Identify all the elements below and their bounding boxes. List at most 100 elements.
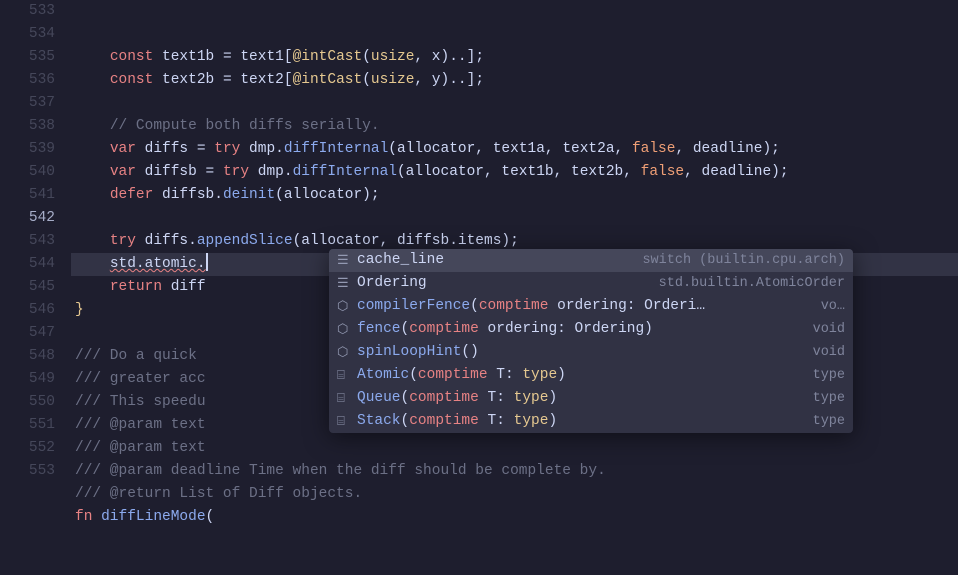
token: , deadline);: [675, 141, 779, 157]
struct-icon: ⌸: [337, 364, 357, 387]
line-number: 553: [0, 460, 55, 483]
completion-item[interactable]: ☰cache_lineswitch (builtin.cpu.arch): [329, 249, 853, 272]
token: diffsb.: [153, 187, 223, 203]
code-line[interactable]: // Compute both diffs serially.: [75, 115, 958, 138]
token: (allocator, diffsb.items);: [293, 233, 519, 249]
token: @intCast: [293, 49, 363, 65]
token: text1b = text1[: [153, 49, 292, 65]
token: diffsb =: [136, 164, 223, 180]
token: var: [110, 141, 136, 157]
line-number: 547: [0, 322, 55, 345]
token: [75, 49, 110, 65]
token: /// @return List of Diff objects.: [75, 486, 362, 502]
line-number: 546: [0, 299, 55, 322]
completion-detail: vo…: [811, 295, 845, 318]
token: /// @param text: [75, 417, 206, 433]
cube-icon: ⬡: [337, 318, 357, 341]
line-number: 545: [0, 276, 55, 299]
line-number: 535: [0, 46, 55, 69]
line-number: 534: [0, 23, 55, 46]
code-line[interactable]: const text2b = text2[@intCast(usize, y).…: [75, 69, 958, 92]
line-number: 536: [0, 69, 55, 92]
code-line[interactable]: var diffsb = try dmp.diffInternal(alloca…: [75, 161, 958, 184]
completion-label: Atomic(comptime T: type): [357, 364, 803, 387]
token: /// @param text: [75, 440, 206, 456]
token: false: [632, 141, 676, 157]
code-line[interactable]: /// @return List of Diff objects.: [75, 483, 958, 506]
code-line[interactable]: /// @param deadline Time when the diff s…: [75, 460, 958, 483]
code-line[interactable]: [75, 92, 958, 115]
token: deinit: [223, 187, 275, 203]
completion-item[interactable]: ⌸Queue(comptime T: type)type: [329, 387, 853, 410]
token: try: [110, 233, 136, 249]
line-number: 539: [0, 138, 55, 161]
token: return: [110, 279, 162, 295]
token: @intCast: [293, 72, 363, 88]
completion-detail: type: [803, 410, 845, 433]
struct-icon: ⌸: [337, 387, 357, 410]
token: [92, 509, 101, 525]
token: std.atomic.: [110, 256, 206, 272]
code-editor[interactable]: 5335345355365375385395405415425435445455…: [0, 0, 958, 512]
code-area[interactable]: const text1b = text1[@intCast(usize, x).…: [75, 0, 958, 512]
token: (allocator);: [275, 187, 379, 203]
token: (: [206, 509, 215, 525]
completion-detail: switch (builtin.cpu.arch): [632, 249, 845, 272]
token: , y)..];: [414, 72, 484, 88]
code-line[interactable]: fn diffLineMode(: [75, 506, 958, 529]
completion-item[interactable]: ⬡spinLoopHint()void: [329, 341, 853, 364]
line-number: 544: [0, 253, 55, 276]
token: try: [214, 141, 240, 157]
completion-label: Ordering: [357, 272, 649, 295]
completion-item[interactable]: ⌸Atomic(comptime T: type)type: [329, 364, 853, 387]
token: [75, 164, 110, 180]
token: usize: [371, 72, 415, 88]
completion-item[interactable]: ⌸Stack(comptime T: type)type: [329, 410, 853, 433]
code-line[interactable]: const text1b = text1[@intCast(usize, x).…: [75, 46, 958, 69]
line-number-gutter: 5335345355365375385395405415425435445455…: [0, 0, 75, 512]
code-line[interactable]: var diffs = try dmp.diffInternal(allocat…: [75, 138, 958, 161]
completion-item[interactable]: ⬡compilerFence(comptime ordering: Orderi…: [329, 295, 853, 318]
autocomplete-popup[interactable]: ☰cache_lineswitch (builtin.cpu.arch)☰Ord…: [329, 249, 853, 433]
token: }: [75, 302, 84, 318]
token: text2b = text2[: [153, 72, 292, 88]
token: const: [110, 49, 154, 65]
token: diffLineMode: [101, 509, 205, 525]
cube-icon: ⬡: [337, 295, 357, 318]
token: [75, 118, 110, 134]
completion-detail: std.builtin.AtomicOrder: [649, 272, 845, 295]
token: diffInternal: [284, 141, 388, 157]
line-number: 542: [0, 207, 55, 230]
completion-label: spinLoopHint(): [357, 341, 803, 364]
token: /// This speedu: [75, 394, 206, 410]
token: diff: [162, 279, 206, 295]
completion-item[interactable]: ☰Orderingstd.builtin.AtomicOrder: [329, 272, 853, 295]
completion-label: Stack(comptime T: type): [357, 410, 803, 433]
token: diffs =: [136, 141, 214, 157]
code-line[interactable]: [75, 207, 958, 230]
token: dmp.: [249, 164, 293, 180]
token: try: [223, 164, 249, 180]
token: dmp.: [240, 141, 284, 157]
line-number: 538: [0, 115, 55, 138]
completion-detail: type: [803, 364, 845, 387]
line-number: 537: [0, 92, 55, 115]
token: (allocator, text1a, text2a,: [388, 141, 632, 157]
token: var: [110, 164, 136, 180]
line-number: 541: [0, 184, 55, 207]
cube-icon: ⬡: [337, 341, 357, 364]
token: diffInternal: [293, 164, 397, 180]
line-number: 548: [0, 345, 55, 368]
token: defer: [110, 187, 154, 203]
code-line[interactable]: defer diffsb.deinit(allocator);: [75, 184, 958, 207]
token: /// greater acc: [75, 371, 206, 387]
token: [75, 256, 110, 272]
token: // Compute both diffs serially.: [110, 118, 380, 134]
code-line[interactable]: /// @param text: [75, 437, 958, 460]
enum-icon: ☰: [337, 249, 357, 272]
line-number: 550: [0, 391, 55, 414]
completion-item[interactable]: ⬡fence(comptime ordering: Ordering)void: [329, 318, 853, 341]
line-number: 533: [0, 0, 55, 23]
token: [75, 233, 110, 249]
completion-label: cache_line: [357, 249, 632, 272]
